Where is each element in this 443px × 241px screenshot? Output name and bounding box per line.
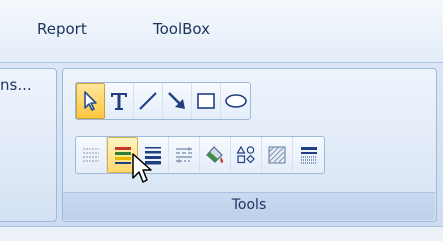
arrow-tool-button[interactable] [163, 83, 192, 119]
pattern-button[interactable] [262, 137, 293, 173]
border-pattern-button[interactable] [293, 137, 324, 173]
line-style-dotted-icon [83, 148, 99, 162]
pointer-tool-button[interactable] [76, 83, 105, 119]
line-tool-button[interactable] [134, 83, 163, 119]
arrow-icon [168, 92, 185, 109]
rectangle-icon [197, 93, 215, 109]
shapes-button[interactable] [231, 137, 262, 173]
menu-report[interactable]: Report [37, 20, 87, 38]
border-pattern-icon [300, 147, 317, 164]
rectangle-tool-button[interactable] [192, 83, 221, 119]
bottom-strip [0, 226, 443, 241]
left-group-button[interactable]: ns... [0, 76, 32, 94]
fill-color-button[interactable] [200, 137, 231, 173]
pointer-icon [83, 91, 97, 111]
ellipse-icon [224, 94, 247, 108]
ellipse-tool-button[interactable] [221, 83, 250, 119]
text-tool-button[interactable] [105, 83, 134, 119]
line-icon [139, 92, 157, 110]
line-dash-button[interactable] [169, 137, 200, 173]
formatting-tools-row [75, 136, 325, 174]
line-style-button[interactable] [76, 137, 107, 173]
mouse-cursor-icon [132, 153, 152, 183]
text-icon [111, 93, 127, 110]
tools-group-caption: Tools [231, 197, 267, 213]
menu-toolbox[interactable]: ToolBox [153, 20, 210, 38]
menu-bar: Report ToolBox [0, 0, 443, 63]
line-dash-icon [176, 147, 192, 163]
pattern-icon [268, 146, 286, 164]
drawing-tools-row [75, 82, 251, 120]
fill-color-icon [206, 146, 224, 163]
shapes-icon [236, 145, 255, 164]
